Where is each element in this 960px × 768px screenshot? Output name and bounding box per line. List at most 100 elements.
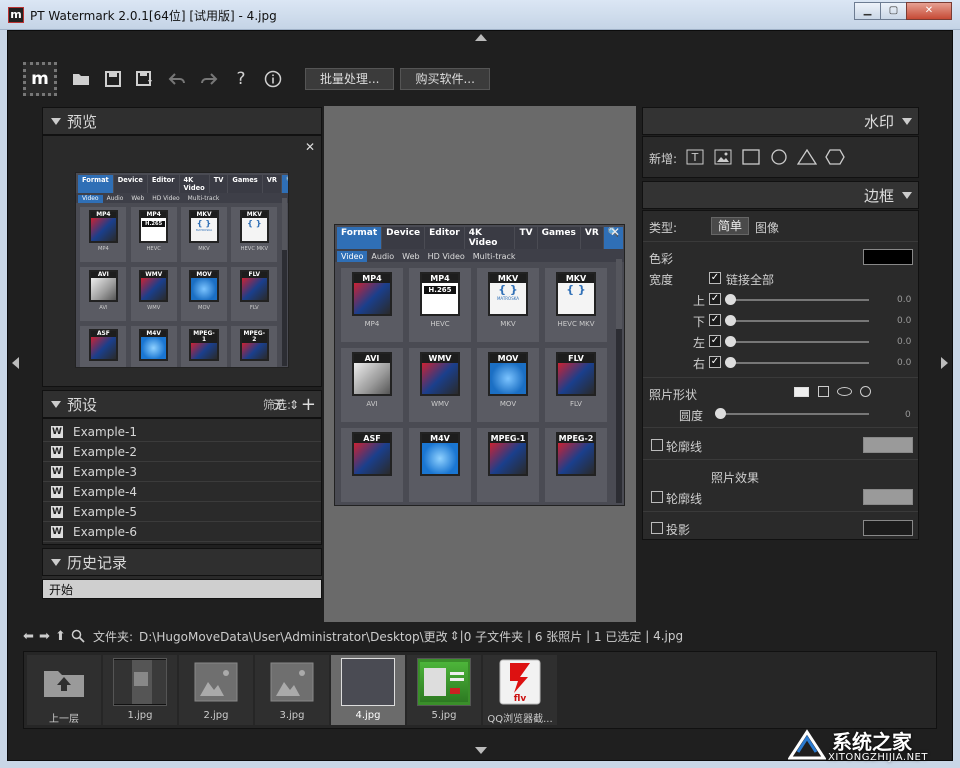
filmstrip-item[interactable]: flv QQ浏览器截... xyxy=(483,655,557,725)
filter-select[interactable]: 无 ⇕ xyxy=(273,396,299,413)
shadow-checkbox[interactable] xyxy=(651,522,663,534)
format-icon-art xyxy=(490,443,526,474)
left-slider-track[interactable] xyxy=(729,341,869,343)
history-item[interactable]: 开始 xyxy=(42,579,322,599)
preset-item[interactable]: W Example-3 xyxy=(43,462,321,482)
maximize-button[interactable]: ▢ xyxy=(880,2,907,20)
collapse-top-arrow-icon[interactable] xyxy=(475,34,487,41)
watermark-panel-header[interactable]: 水印 xyxy=(642,107,919,135)
format-icon-art xyxy=(354,443,390,474)
history-panel-header[interactable]: 历史记录 xyxy=(42,548,322,576)
format-icon: MPEG-1 xyxy=(189,328,219,362)
text-icon[interactable]: T xyxy=(686,149,704,165)
top-slider-track[interactable] xyxy=(729,299,869,301)
matroska-logo-icon: { } xyxy=(498,283,518,296)
right-slider-track[interactable] xyxy=(729,362,869,364)
back-arrow-icon[interactable]: ⬅ xyxy=(23,629,37,644)
preview-panel-header[interactable]: 预览 xyxy=(42,107,322,135)
close-icon[interactable]: ✕ xyxy=(305,140,315,154)
ellipse-icon[interactable] xyxy=(837,387,852,396)
buy-software-button[interactable]: 购买软件... xyxy=(400,68,490,90)
save-as-icon[interactable] xyxy=(133,67,157,91)
format-subtab: HD Video xyxy=(152,196,180,202)
open-folder-icon[interactable] xyxy=(69,67,93,91)
preset-item[interactable]: W Example-2 xyxy=(43,442,321,462)
watermark-preset-icon: W xyxy=(51,425,63,438)
collapse-bottom-arrow-icon[interactable] xyxy=(475,747,487,754)
format-icon-art xyxy=(90,277,117,301)
watermark-panel-title: 水印 xyxy=(863,112,894,131)
path-bar: ⬅ ➡ ⬆ 文件夹: D:\HugoMoveData\User\Administ… xyxy=(23,627,943,645)
type-option-simple[interactable]: 简单 xyxy=(711,217,749,235)
circle-icon[interactable] xyxy=(770,149,788,165)
outline-color-swatch[interactable] xyxy=(863,437,913,453)
undo-icon[interactable] xyxy=(165,67,189,91)
bottom-slider-handle[interactable] xyxy=(725,315,736,326)
canvas-area[interactable]: ✕ Format Device Editor 4K Video TV Games VR 🔍 Vi… xyxy=(324,106,636,622)
help-icon[interactable]: ? xyxy=(229,67,253,91)
preset-label: Example-4 xyxy=(73,484,138,499)
preset-item[interactable]: W Example-5 xyxy=(43,502,321,522)
site-logo-icon xyxy=(788,729,826,760)
border-panel-header[interactable]: 边框 xyxy=(642,181,919,209)
bottom-slider-track[interactable] xyxy=(729,320,869,322)
square-icon[interactable] xyxy=(818,386,829,397)
format-tile: ASF xyxy=(341,428,403,502)
add-preset-icon[interactable]: + xyxy=(301,394,316,415)
format-icon-tag: MOV xyxy=(490,354,526,363)
border-color-swatch[interactable] xyxy=(863,249,913,265)
rounded-rect-icon[interactable] xyxy=(794,387,809,397)
folder-path[interactable]: D:\HugoMoveData\User\Administrator\Deskt… xyxy=(139,628,448,645)
batch-process-button[interactable]: 批量处理... xyxy=(305,68,395,90)
right-slider-handle[interactable] xyxy=(725,357,736,368)
effect-outline-color-swatch[interactable] xyxy=(863,489,913,505)
filmstrip-item[interactable]: 1.jpg xyxy=(103,655,177,725)
format-tile: MOV MOV xyxy=(477,348,539,422)
format-icon: MOV xyxy=(189,269,219,303)
minimize-button[interactable]: ▁ xyxy=(854,2,881,20)
roundness-slider-track[interactable] xyxy=(719,413,869,415)
preset-item[interactable]: W Example-1 xyxy=(43,422,321,442)
format-subtab: Web xyxy=(131,196,145,202)
forward-arrow-icon[interactable]: ➡ xyxy=(39,629,53,644)
filmstrip-item[interactable]: 3.jpg xyxy=(255,655,329,725)
collapse-right-arrow-icon[interactable] xyxy=(941,357,948,369)
app-logo[interactable]: m xyxy=(23,62,57,96)
preset-item[interactable]: W Example-4 xyxy=(43,482,321,502)
preset-label: Example-1 xyxy=(73,424,138,439)
image-icon[interactable] xyxy=(714,149,732,165)
type-option-image[interactable]: 图像 xyxy=(755,219,779,236)
filmstrip-item[interactable]: 5.jpg xyxy=(407,655,481,725)
close-button[interactable]: ✕ xyxy=(906,2,952,20)
collapse-left-arrow-icon[interactable] xyxy=(12,357,19,369)
filmstrip-item-selected[interactable]: 4.jpg xyxy=(331,655,405,725)
left-slider-handle[interactable] xyxy=(725,336,736,347)
right-checkbox[interactable]: ✓ xyxy=(709,356,721,368)
canvas-image[interactable]: ✕ Format Device Editor 4K Video TV Games VR 🔍 Vi… xyxy=(334,224,625,506)
triangle-icon[interactable] xyxy=(797,149,817,165)
link-all-checkbox[interactable]: ✓ xyxy=(709,272,721,284)
top-checkbox[interactable]: ✓ xyxy=(709,293,721,305)
presets-panel-header[interactable]: 预设 筛选: 无 ⇕ + xyxy=(42,390,322,418)
filmstrip-item[interactable]: 2.jpg xyxy=(179,655,253,725)
path-dropdown-icon[interactable]: ⇕| xyxy=(450,629,464,643)
save-icon[interactable] xyxy=(101,67,125,91)
up-arrow-icon[interactable]: ⬆ xyxy=(55,629,69,644)
circle-icon[interactable] xyxy=(860,386,871,397)
roundness-slider-handle[interactable] xyxy=(715,408,726,419)
outline-checkbox[interactable] xyxy=(651,439,663,451)
redo-icon[interactable] xyxy=(197,67,221,91)
filmstrip-item-up[interactable]: 上一层 xyxy=(27,655,101,725)
close-icon[interactable]: ✕ xyxy=(610,225,620,239)
preset-item[interactable]: W Example-6 xyxy=(43,522,321,542)
effect-outline-checkbox[interactable] xyxy=(651,491,663,503)
shadow-color-swatch[interactable] xyxy=(863,520,913,536)
rectangle-icon[interactable] xyxy=(742,149,760,165)
bottom-checkbox[interactable]: ✓ xyxy=(709,314,721,326)
top-slider-handle[interactable] xyxy=(725,294,736,305)
left-checkbox[interactable]: ✓ xyxy=(709,335,721,347)
hevc-badge: H.265 xyxy=(142,220,166,227)
hexagon-icon[interactable] xyxy=(825,149,845,165)
info-icon[interactable] xyxy=(261,67,285,91)
search-icon[interactable] xyxy=(71,629,85,643)
